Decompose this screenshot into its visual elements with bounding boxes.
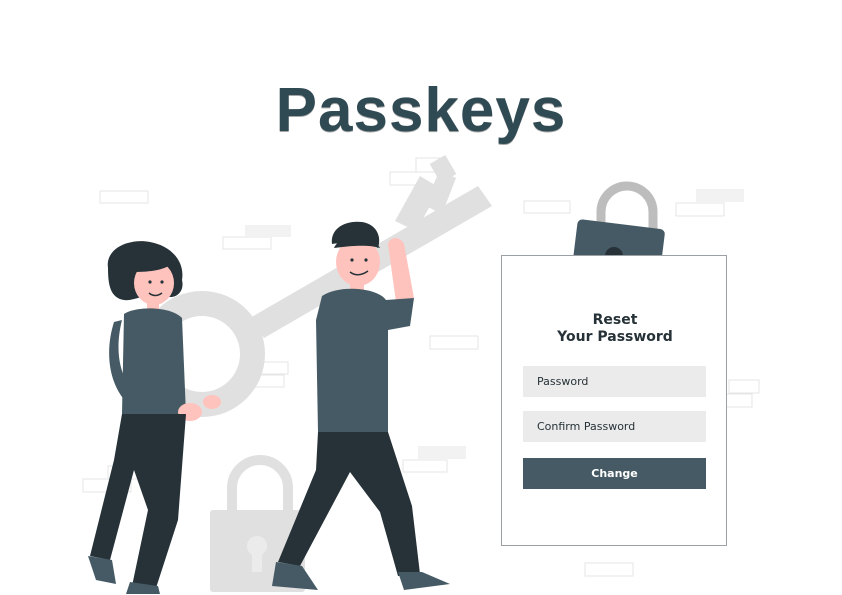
reset-password-card: Reset Your Password Password Confirm Pas…	[501, 255, 727, 546]
key-icon	[139, 154, 492, 417]
change-button[interactable]: Change	[523, 458, 706, 489]
password-field[interactable]: Password	[523, 366, 706, 397]
confirm-password-field[interactable]: Confirm Password	[523, 411, 706, 442]
password-placeholder: Password	[537, 375, 589, 388]
confirm-password-placeholder: Confirm Password	[537, 420, 636, 433]
card-heading-line2: Your Password	[557, 329, 673, 345]
card-heading-line1: Reset	[592, 312, 638, 328]
man-figure	[272, 221, 450, 590]
card-heading: Reset Your Password	[502, 312, 728, 346]
